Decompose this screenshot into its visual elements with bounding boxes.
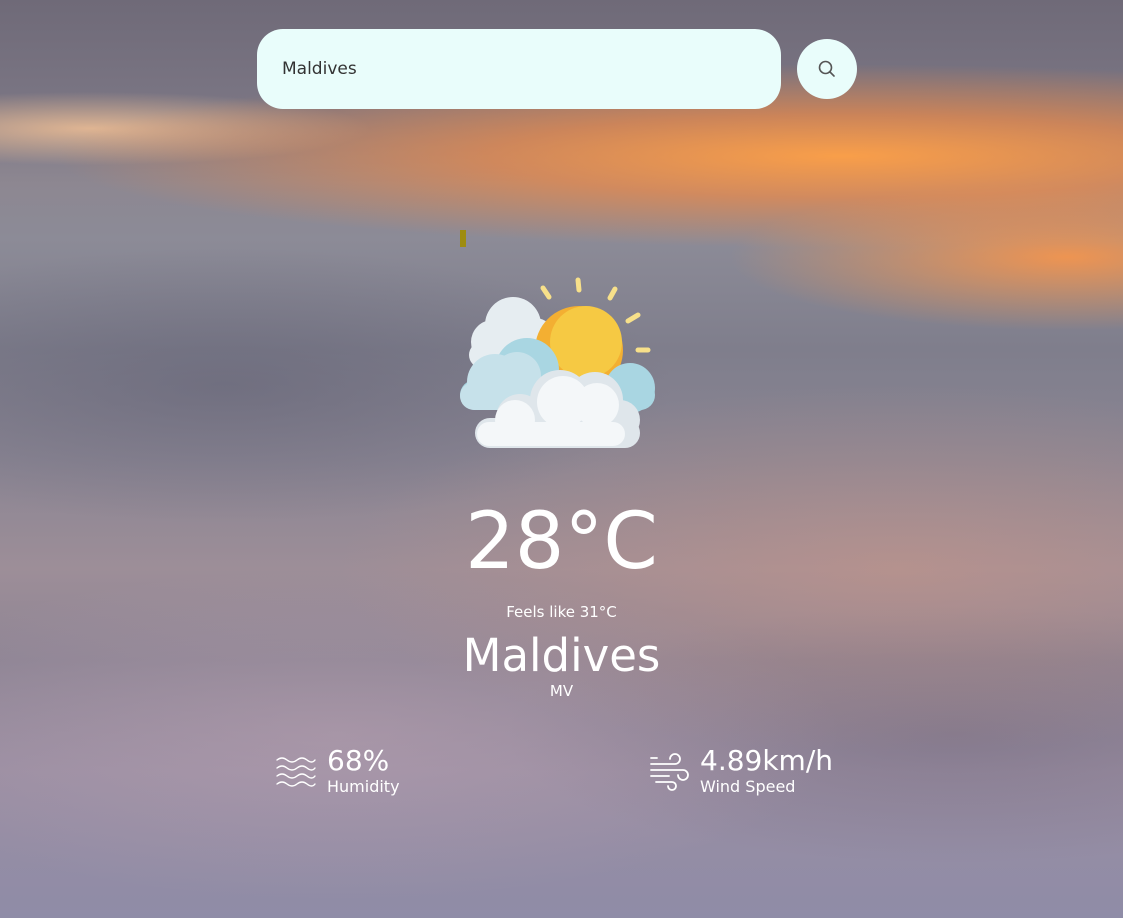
indicator-marker	[460, 230, 466, 247]
city-name: Maldives	[462, 629, 661, 682]
wind-label: Wind Speed	[700, 777, 796, 796]
temperature: 28°C	[465, 497, 658, 587]
humidity-stat: 68% Humidity	[275, 745, 400, 797]
wind-stat: 4.89km/h Wind Speed	[648, 745, 833, 797]
wind-icon	[650, 753, 689, 791]
search-input[interactable]	[257, 29, 781, 109]
feels-like: Feels like 31°C	[506, 603, 617, 621]
partly-cloudy-sun-icon	[460, 277, 655, 448]
wind-value: 4.89km/h	[700, 744, 834, 777]
search-button[interactable]	[797, 39, 857, 99]
country-code: MV	[549, 682, 574, 700]
search-icon	[818, 60, 835, 77]
humidity-value: 68%	[327, 744, 390, 777]
humidity-waves-icon	[276, 757, 316, 787]
search-bar	[257, 29, 781, 109]
humidity-label: Humidity	[327, 777, 400, 796]
